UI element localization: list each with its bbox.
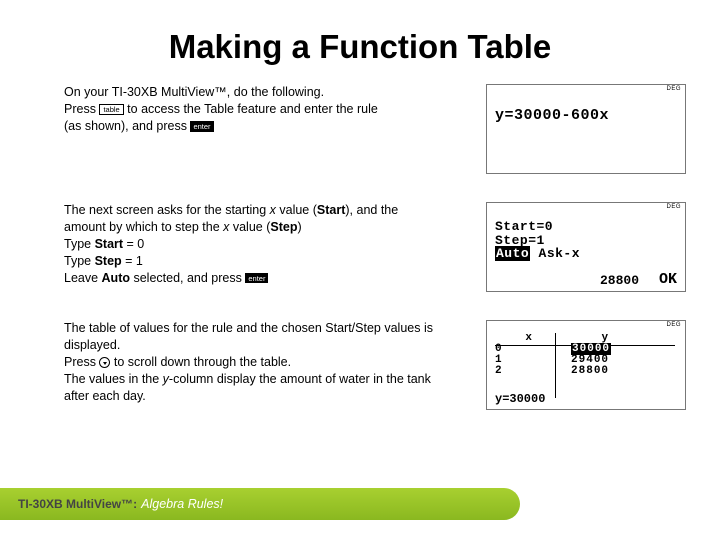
enter-key-2: enter [245,273,268,283]
footer-tagline: Algebra Rules! [141,497,223,511]
scr2-auto: Auto [495,246,530,261]
footer-model: TI-30XB MultiView™: [18,497,137,511]
s2-t2a: Type [64,254,95,268]
calc-screen-3: DEG x y 0 30000 1 29400 2 28800 y=30000 [486,320,686,410]
screen-2-body: Start=0 Step=1 Auto Ask-x [495,220,580,261]
s2-t3a: Leave [64,271,102,285]
s2-p5: value ( [229,220,270,234]
s2-t2b: Step [95,254,122,268]
step-1: On your TI-30XB MultiView™, do the follo… [64,84,696,174]
s1-l2a: Press [64,102,99,116]
step-1-text: On your TI-30XB MultiView™, do the follo… [64,84,434,174]
content-area: On your TI-30XB MultiView™, do the follo… [0,84,720,410]
r2y: 28800 [571,365,609,377]
s2-p2: value ( [276,203,317,217]
r2x: 2 [495,365,503,377]
step-3: The table of values for the rule and the… [64,320,696,410]
hx: x [525,332,533,344]
step-2-text: The next screen asks for the starting x … [64,202,434,292]
s2-t3c: selected, and press [130,271,245,285]
screen-1-col: DEG y=30000-600x [486,84,696,174]
enter-key: enter [190,121,213,131]
step-2: The next screen asks for the starting x … [64,202,696,292]
footer-banner: TI-30XB MultiView™: Algebra Rules! [0,488,520,520]
s2-t1a: Type [64,237,95,251]
s3-p2a: Press [64,355,99,369]
step-3-text: The table of values for the rule and the… [64,320,434,410]
s2-start-bold: Start [317,203,345,217]
screen-3-table: x y 0 30000 1 29400 2 28800 [495,333,611,377]
screen-3-col: DEG x y 0 30000 1 29400 2 28800 y=30000 [486,320,696,410]
page-title: Making a Function Table [0,0,720,84]
s2-p1: The next screen asks for the starting [64,203,270,217]
screen-1-equation: y=30000-600x [495,107,609,124]
s3-p2b: to scroll down through the table. [110,355,291,369]
s2-step-bold: Step [270,220,297,234]
calc-screen-1: DEG y=30000-600x [486,84,686,174]
s1-l2b: to access the Table feature and enter th… [124,102,378,116]
table-key: table [99,104,123,115]
s1-l3a: (as shown), and press [64,119,190,133]
s2-t2c: = 1 [122,254,143,268]
s3-p3a: The values in the [64,372,163,386]
calc-screen-2: DEG Start=0 Step=1 Auto Ask-x 28800 OK [486,202,686,292]
screen-2-col: DEG Start=0 Step=1 Auto Ask-x 28800 OK [486,202,696,292]
s1-l1: On your TI-30XB MultiView™, do the follo… [64,85,324,99]
s3-p1: The table of values for the rule and the… [64,321,433,352]
scr2-num: 28800 [600,273,639,288]
s2-t3b: Auto [102,271,130,285]
deg-indicator-3: DEG [666,322,681,328]
scr3-bottom: y=30000 [495,392,545,406]
down-arrow-key [99,357,110,368]
s2-t1b: Start [95,237,123,251]
deg-indicator: DEG [666,86,681,92]
s2-p7: ) [297,220,301,234]
scr2-ok: OK [659,271,677,288]
deg-indicator-2: DEG [666,204,681,210]
s2-t1c: = 0 [123,237,144,251]
scr2-ask: Ask-x [530,246,580,261]
